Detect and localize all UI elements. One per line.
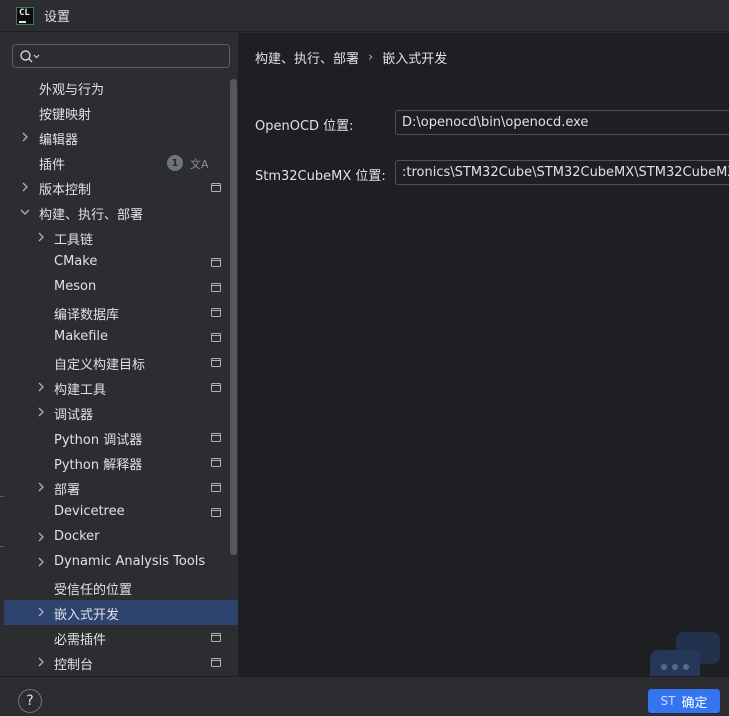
sidebar-item-label: 插件 [39, 158, 66, 173]
sidebar-item-label: 控制台 [54, 658, 94, 673]
chevron-right-icon[interactable] [35, 656, 47, 668]
window-edge-mark [0, 496, 4, 497]
sidebar-item-label: 构建工具 [54, 383, 107, 398]
sidebar-item[interactable]: 按键映射 [4, 100, 238, 125]
sidebar-item[interactable]: Python 调试器 [4, 425, 238, 450]
update-count-badge: 1 [167, 155, 183, 171]
search-icon[interactable] [19, 49, 41, 65]
ok-button-prefix: ST [660, 694, 676, 708]
window-title: 设置 [44, 10, 71, 25]
sidebar-item[interactable]: Python 解释器 [4, 450, 238, 475]
help-button[interactable]: ? [18, 689, 42, 713]
cubemx-location-label: Stm32CubeMX 位置: [255, 169, 386, 184]
window-edge-mark [0, 546, 4, 547]
project-level-icon [211, 283, 221, 292]
clion-logo-icon: CL [16, 6, 34, 25]
settings-search-input[interactable] [12, 44, 230, 68]
chevron-right-icon[interactable] [35, 481, 47, 493]
sidebar-item[interactable]: 编辑器 [4, 125, 238, 150]
sidebar-item[interactable]: Devicetree [4, 500, 238, 525]
sidebar-item-label: Devicetree [54, 504, 125, 519]
sidebar-item-label: 调试器 [54, 408, 94, 423]
sidebar-item[interactable]: 外观与行为 [4, 75, 238, 100]
sidebar-item[interactable]: Docker [4, 525, 238, 550]
sidebar-item[interactable]: Dynamic Analysis Tools [4, 550, 238, 575]
project-level-icon [211, 308, 221, 317]
sidebar-item[interactable]: 必需插件 [4, 625, 238, 650]
breadcrumb: 构建、执行、部署 › 嵌入式开发 [255, 48, 447, 67]
sidebar-item[interactable]: 构建、执行、部署 [4, 200, 238, 225]
project-level-icon [211, 458, 221, 467]
sidebar-item[interactable]: 部署 [4, 475, 238, 500]
translate-icon: 文A [190, 158, 209, 171]
sidebar-item[interactable]: 受信任的位置 [4, 575, 238, 600]
chevron-right-icon[interactable] [35, 231, 47, 243]
openocd-location-label: OpenOCD 位置: [255, 119, 354, 134]
sidebar-item-label: Dynamic Analysis Tools [54, 554, 206, 569]
chevron-right-icon[interactable] [19, 181, 31, 193]
project-level-icon [211, 483, 221, 492]
sidebar-item[interactable]: 工具链 [4, 225, 238, 250]
settings-sidebar: 外观与行为按键映射编辑器插件 1 文A 版本控制构建、执行、部署工具链 CMake Mes… [0, 33, 238, 676]
sidebar-item-label: 编辑器 [39, 133, 79, 148]
project-level-icon [211, 658, 221, 667]
chevron-right-icon[interactable] [35, 406, 47, 418]
sidebar-item-label: 必需插件 [54, 633, 107, 648]
sidebar-item-label: Meson [54, 279, 97, 294]
sidebar-item-label: 按键映射 [39, 108, 92, 123]
sidebar-item-label: 编译数据库 [54, 308, 120, 323]
title-bar: CL 设置 [0, 0, 729, 32]
sidebar-item[interactable]: 编译数据库 [4, 300, 238, 325]
dialog-footer: ? ST 确定 [0, 676, 729, 716]
sidebar-item[interactable]: 自定义构建目标 [4, 350, 238, 375]
project-level-icon [211, 433, 221, 442]
sidebar-scrollbar[interactable] [230, 79, 237, 555]
chevron-right-icon[interactable] [35, 531, 47, 543]
openocd-location-field[interactable]: D:\openocd\bin\openocd.exe [395, 110, 729, 135]
ok-button[interactable]: ST 确定 [648, 689, 720, 713]
sidebar-item[interactable]: Makefile [4, 325, 238, 350]
settings-content: 构建、执行、部署 › 嵌入式开发 OpenOCD 位置: D:\openocd\… [238, 33, 729, 676]
sidebar-item[interactable]: 版本控制 [4, 175, 238, 200]
sidebar-item-label: 工具链 [54, 233, 94, 248]
sidebar-item[interactable]: CMake [4, 250, 238, 275]
chevron-right-icon[interactable] [35, 381, 47, 393]
sidebar-item-label: Python 解释器 [54, 458, 143, 473]
sidebar-item-label: Docker [54, 529, 100, 544]
breadcrumb-current: 嵌入式开发 [382, 52, 448, 67]
sidebar-item-label: 受信任的位置 [54, 583, 133, 598]
sidebar-item[interactable]: 嵌入式开发 [4, 600, 238, 625]
breadcrumb-parent[interactable]: 构建、执行、部署 [255, 48, 359, 67]
chevron-right-icon[interactable] [19, 131, 31, 143]
sidebar-item[interactable]: 插件 1 文A [4, 150, 238, 175]
sidebar-item-label: 嵌入式开发 [54, 608, 120, 623]
settings-tree: 外观与行为按键映射编辑器插件 1 文A 版本控制构建、执行、部署工具链 CMake Mes… [4, 75, 238, 675]
chevron-right-icon[interactable] [35, 556, 47, 568]
sidebar-item-label: Python 调试器 [54, 433, 143, 448]
project-level-icon [211, 508, 221, 517]
project-level-icon [211, 258, 221, 267]
project-level-icon [211, 358, 221, 367]
sidebar-item-label: 部署 [54, 483, 81, 498]
sidebar-item-label: 版本控制 [39, 183, 92, 198]
sidebar-item[interactable]: 调试器 [4, 400, 238, 425]
sidebar-item-label: 外观与行为 [39, 83, 105, 98]
ok-button-label: 确定 [681, 695, 708, 711]
sidebar-item-label: Makefile [54, 329, 109, 344]
sidebar-item-label: 构建、执行、部署 [39, 208, 144, 223]
chevron-right-icon[interactable] [35, 606, 47, 618]
chevron-down-icon[interactable] [19, 206, 31, 218]
project-level-icon [211, 383, 221, 392]
cubemx-location-field[interactable]: :tronics\STM32Cube\STM32CubeMX\STM32Cube… [395, 160, 729, 185]
project-level-icon [211, 183, 221, 192]
sidebar-item[interactable]: 控制台 [4, 650, 238, 675]
project-level-icon [211, 633, 221, 642]
project-level-icon [211, 333, 221, 342]
sidebar-item[interactable]: 构建工具 [4, 375, 238, 400]
sidebar-item[interactable]: Meson [4, 275, 238, 300]
sidebar-item-label: 自定义构建目标 [54, 358, 146, 373]
sidebar-item-label: CMake [54, 254, 98, 269]
breadcrumb-separator: › [368, 50, 374, 65]
